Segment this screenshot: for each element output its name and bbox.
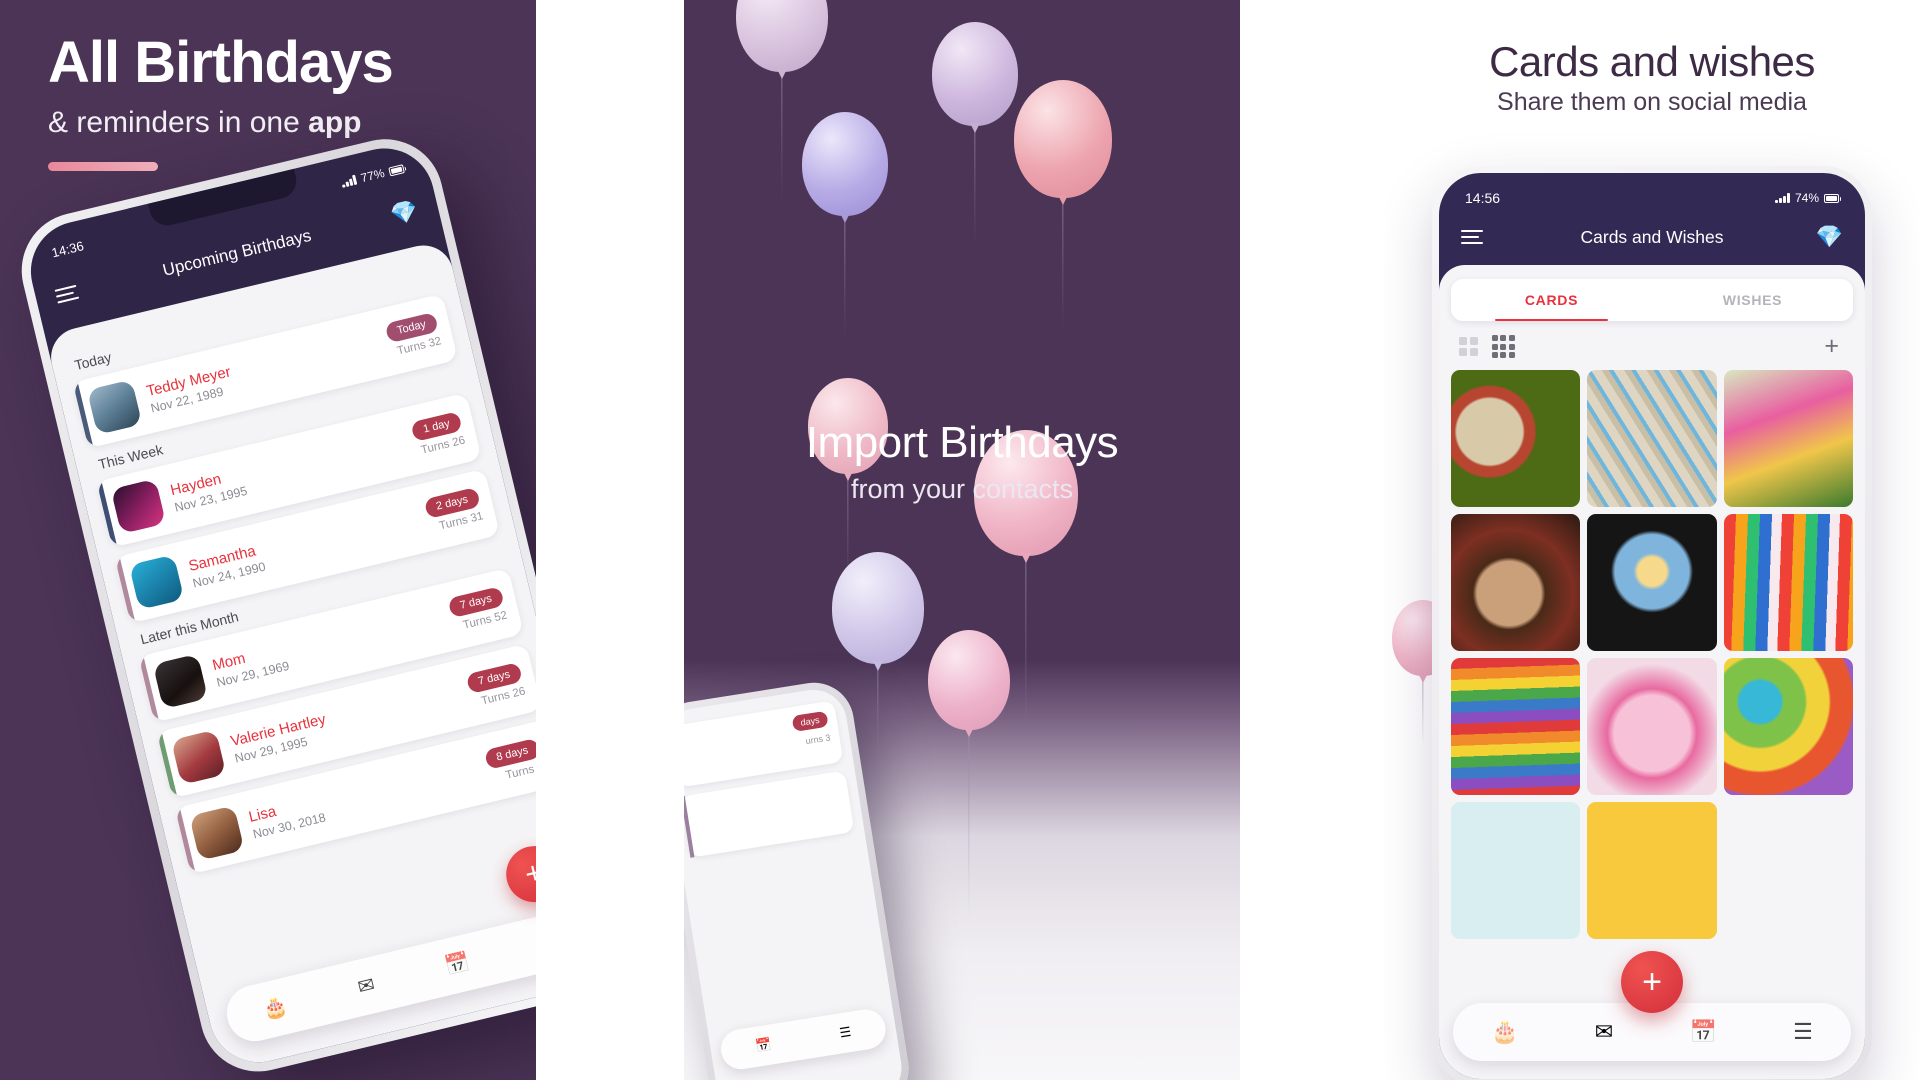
app-bar: Cards and Wishes 💎: [1439, 211, 1865, 263]
status-time: 14:36: [50, 237, 86, 260]
card-thumbnail[interactable]: [1723, 370, 1853, 508]
phone2-tab-bar[interactable]: 📅 ☰: [718, 1006, 889, 1073]
tab-wishes[interactable]: WISHES: [1652, 279, 1853, 321]
balloon-icon: [802, 112, 888, 340]
avatar: [110, 478, 167, 535]
panel2-title: Import Birthdays: [805, 418, 1119, 467]
card-thumbnail[interactable]: [1723, 658, 1853, 796]
card-thumbnail[interactable]: [1451, 514, 1581, 652]
card-thumbnail[interactable]: [1723, 514, 1853, 652]
panel-cards-and-wishes: Cards and wishes Share them on social me…: [1384, 0, 1920, 1080]
gem-icon[interactable]: 💎: [1816, 226, 1843, 248]
page-title: Cards and Wishes: [1580, 226, 1724, 247]
status-time: 14:56: [1465, 190, 1501, 206]
battery-icon: [1824, 193, 1841, 203]
panel-gap-1: [536, 0, 684, 1080]
card-thumbnail[interactable]: [1587, 802, 1717, 940]
balloon-icon: [1014, 80, 1112, 330]
panel-gap-2: [1240, 0, 1384, 1080]
row-meta: 7 days Turns 26: [465, 661, 527, 710]
battery-icon: [388, 163, 405, 176]
panel-import-birthdays: days urns 3 📅 ☰ Import Birthdays from your…: [684, 0, 1240, 1080]
phone1-screen: 14:36 77% Upcoming Birthdays 💎 Today Tedd…: [20, 138, 536, 1073]
row-meta: 8 daysTurns 3: [483, 737, 536, 786]
card-thumbnail[interactable]: [1587, 658, 1717, 796]
calendar-icon[interactable]: 📅: [1689, 1021, 1716, 1043]
phone-device-1: 14:36 77% Upcoming Birthdays 💎 Today Tedd…: [9, 127, 536, 1080]
add-card-icon[interactable]: +: [1824, 334, 1839, 359]
status-right: 74%: [1775, 191, 1841, 205]
card-thumbnail[interactable]: [1451, 802, 1581, 940]
panel3-subheadline: Share them on social media: [1497, 88, 1807, 116]
status-bar: 14:56 74%: [1439, 173, 1865, 211]
battery-percent: 74%: [1794, 191, 1819, 205]
grid-3x3-icon[interactable]: [1491, 335, 1515, 358]
panel1-headline: All Birthdays: [48, 30, 394, 95]
gem-icon[interactable]: 💎: [388, 197, 420, 228]
hamburger-icon[interactable]: [54, 284, 80, 304]
panel2-title-block: Import Birthdays from your contacts: [684, 418, 1240, 505]
list-icon[interactable]: ☰: [1793, 1021, 1813, 1043]
avatar: [86, 379, 143, 435]
cake-icon[interactable]: 🎂: [1491, 1021, 1518, 1043]
view-toggle-bar: +: [1451, 321, 1853, 370]
balloon-icon: [832, 552, 924, 792]
panel3-headline: Cards and wishes: [1489, 38, 1815, 85]
panel1-phone-wrapper: 14:36 77% Upcoming Birthdays 💎 Today Tedd…: [9, 102, 536, 1080]
list-icon[interactable]: ☰: [838, 1024, 852, 1042]
calendar-icon[interactable]: 📅: [754, 1036, 772, 1054]
card-thumbnail[interactable]: [1451, 370, 1581, 508]
row-meta: 7 days Turns 52: [447, 586, 508, 634]
turns-age: urns 3: [804, 732, 832, 747]
balloon-icon: [932, 22, 1018, 246]
avatar: [189, 805, 245, 861]
balloon-icon: [928, 630, 1010, 920]
avatar: [152, 653, 209, 710]
panel-all-birthdays: All Birthdays & reminders in one app 14:…: [0, 0, 536, 1080]
avatar: [170, 729, 227, 785]
phone-device-3: 14:56 74% Cards and Wishes 💎 CARDS WISHES: [1432, 166, 1872, 1080]
balloon-icon: [736, 0, 828, 202]
signal-icon: [1775, 193, 1790, 203]
screenshot-stage: All Birthdays & reminders in one app 14:…: [0, 0, 1920, 1080]
panel3-headline-block: Cards and wishes Share them on social me…: [1384, 38, 1920, 117]
tab-cards[interactable]: CARDS: [1451, 279, 1652, 321]
birthday-row[interactable]: [684, 770, 855, 858]
avatar: [128, 554, 185, 610]
card-thumbnail[interactable]: [1451, 658, 1581, 796]
countdown-badge: days: [791, 710, 829, 732]
phone3-screen: 14:56 74% Cards and Wishes 💎 CARDS WISHES: [1439, 173, 1865, 1079]
row-meta: 2 days Turns 31: [423, 486, 485, 535]
panel2-subtitle: from your contacts: [850, 474, 1074, 504]
hamburger-icon[interactable]: [1461, 229, 1483, 245]
headline-underline: [48, 162, 158, 171]
calendar-icon[interactable]: 📅: [443, 951, 472, 978]
cards-grid[interactable]: [1451, 370, 1853, 940]
card-envelope-icon[interactable]: ✉: [1595, 1021, 1613, 1043]
grid-2x2-icon[interactable]: [1459, 337, 1478, 356]
card-thumbnail[interactable]: [1587, 370, 1717, 508]
cake-icon[interactable]: 🎂: [261, 995, 290, 1022]
row-meta: Today Turns 32: [384, 311, 443, 359]
battery-percent: 77%: [359, 165, 386, 186]
signal-icon: [341, 174, 358, 188]
add-card-fab[interactable]: +: [1621, 951, 1683, 1013]
status-right: 77%: [340, 161, 405, 189]
card-envelope-icon[interactable]: ✉: [356, 974, 377, 999]
card-thumbnail[interactable]: [1587, 514, 1717, 652]
cards-wishes-tabs[interactable]: CARDS WISHES: [1451, 279, 1853, 321]
row-meta: 1 day Turns 26: [410, 411, 466, 457]
